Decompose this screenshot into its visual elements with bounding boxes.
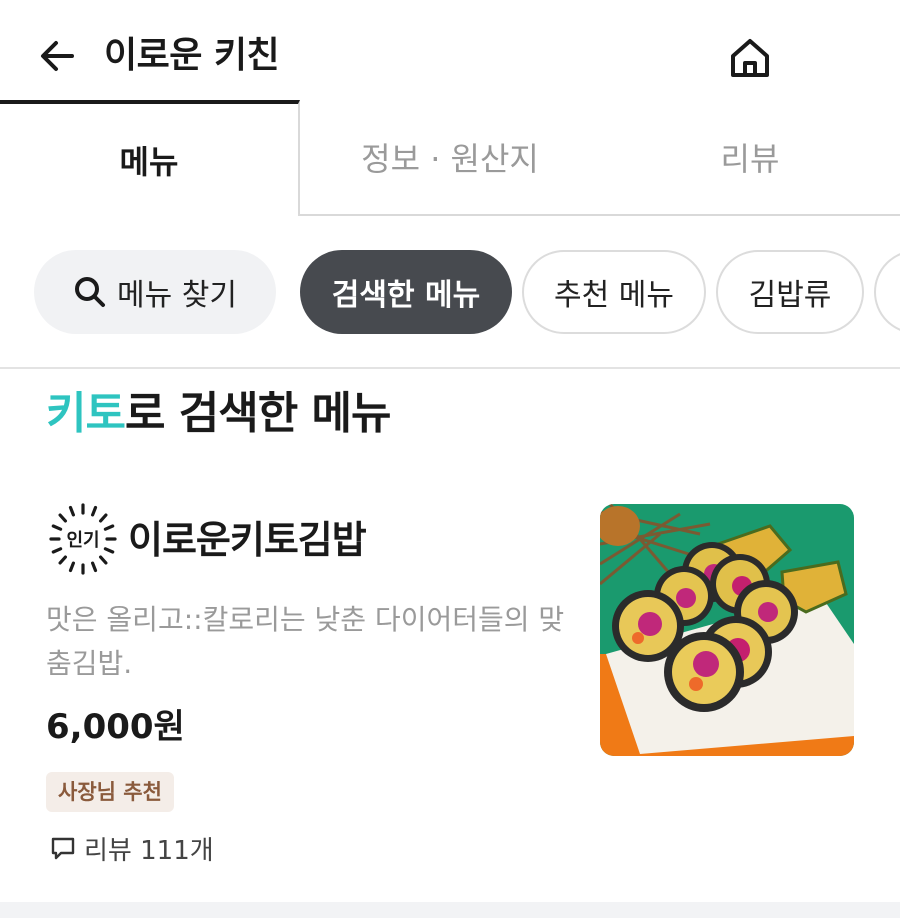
- section-divider: [0, 367, 900, 369]
- menu-search-chip[interactable]: 메뉴 찾기: [34, 250, 276, 334]
- menu-item-price: 6,000원: [46, 707, 185, 747]
- chip-gimbap[interactable]: 김밥류: [716, 250, 864, 334]
- search-icon: [75, 277, 106, 307]
- chip-recommended-menu[interactable]: 추천 메뉴: [522, 250, 706, 334]
- page-title: 이로운 키친: [104, 35, 280, 76]
- search-keyword: 키토: [46, 388, 126, 439]
- filter-chip-bar: 메뉴 찾기 검색한 메뉴 추천 메뉴 김밥류: [0, 250, 900, 336]
- menu-item-photo: [600, 504, 854, 756]
- popular-badge-label: 인기: [66, 530, 100, 551]
- chip-searched-menu[interactable]: 검색한 메뉴: [300, 250, 512, 334]
- tab-info-origin[interactable]: 정보 · 원산지: [300, 100, 600, 216]
- search-result-title: 키토로 검색한 메뉴: [46, 384, 391, 444]
- tab-bar: 메뉴 정보 · 원산지 리뷰: [0, 100, 900, 216]
- menu-search-label: 메뉴 찾기: [117, 278, 237, 313]
- search-result-suffix: 로 검색한 메뉴: [124, 388, 392, 439]
- home-button[interactable]: [722, 30, 778, 86]
- tab-menu[interactable]: 메뉴: [0, 100, 300, 216]
- speech-bubble-icon: [50, 835, 76, 861]
- app-header: 이로운 키친: [0, 0, 900, 104]
- bottom-separator: [0, 902, 900, 918]
- review-count-label: 리뷰 111개: [84, 835, 214, 866]
- popular-badge: 인기: [46, 502, 120, 576]
- tab-reviews[interactable]: 리뷰: [600, 100, 900, 216]
- chip-more[interactable]: [874, 250, 900, 334]
- menu-item-name: 이로운키토김밥: [128, 518, 367, 562]
- gimbap-image: [600, 504, 854, 756]
- arrow-left-icon: [41, 41, 74, 71]
- back-button[interactable]: [32, 30, 84, 82]
- review-count: 리뷰 111개: [50, 828, 214, 868]
- menu-item-description: 맛은 올리고::칼로리는 낮춘 다이어터들의 맞춤김밥.: [46, 603, 565, 680]
- menu-item-card[interactable]: 인기 이로운키토김밥 맛은 올리고::칼로리는 낮춘 다이어터들의 맞춤김밥. …: [0, 480, 900, 900]
- owner-recommend-badge: 사장님 추천: [46, 772, 174, 812]
- home-icon: [731, 39, 769, 77]
